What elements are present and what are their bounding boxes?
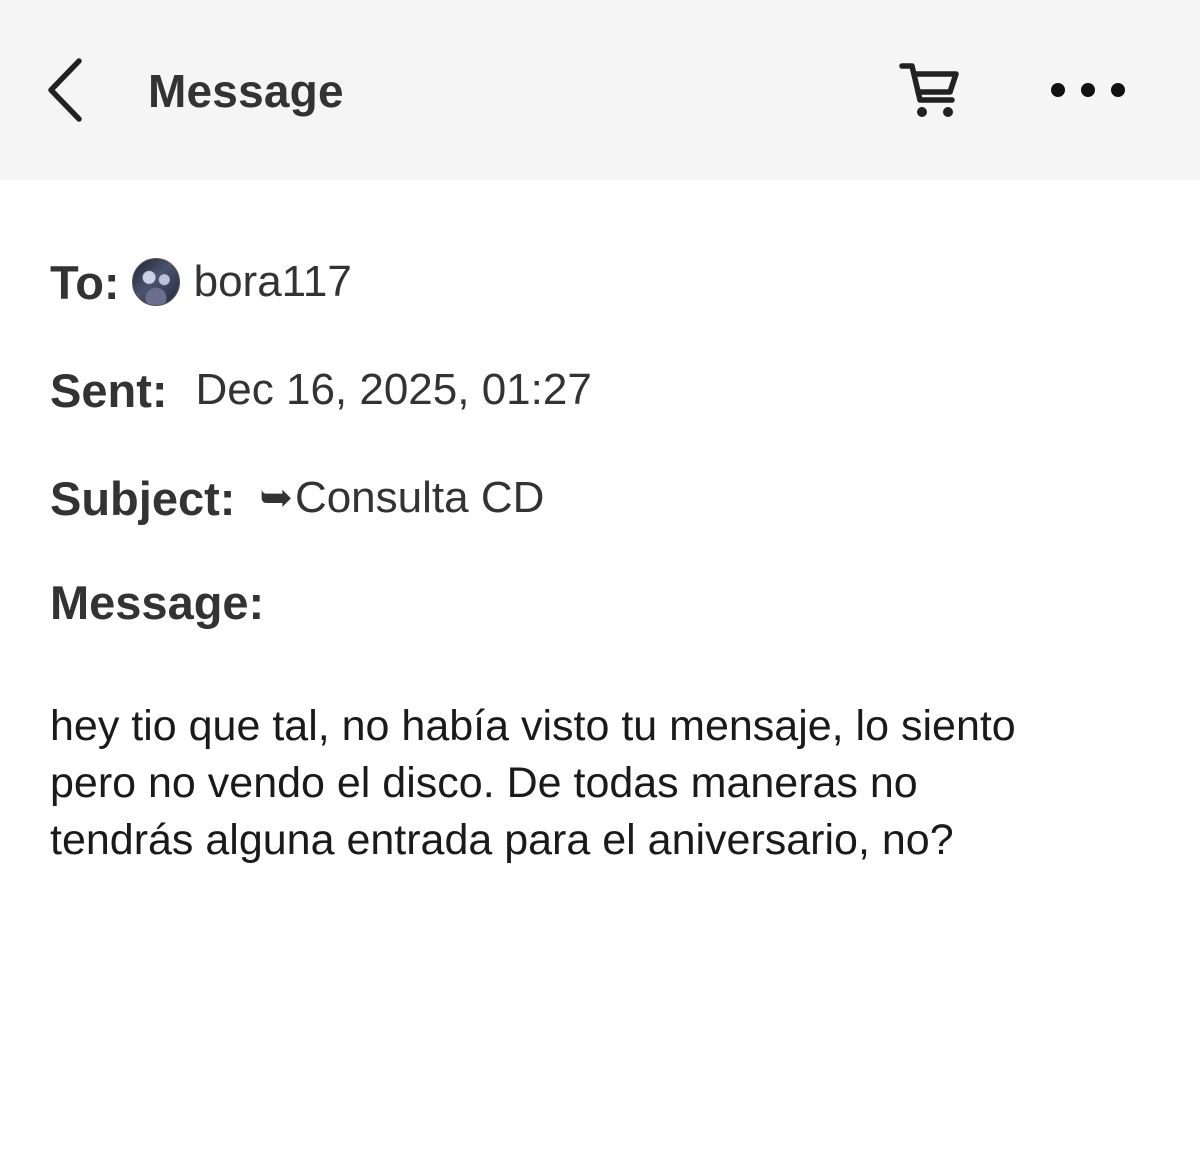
more-options-button[interactable] <box>1040 60 1136 120</box>
message-body: hey tio que tal, no había visto tu mensa… <box>50 702 1016 864</box>
subject-row: Subject: ➥ Consulta CD <box>50 468 544 528</box>
recipient-username[interactable]: bora117 <box>194 257 352 307</box>
to-row: To: bora117 <box>50 252 352 312</box>
message-label: Message: <box>50 575 265 629</box>
shopping-cart-icon <box>899 63 959 117</box>
reply-arrow-icon: ➥ <box>259 476 293 520</box>
chevron-left-icon <box>48 58 82 122</box>
sent-label: Sent: <box>50 363 168 417</box>
subject-label: Subject: <box>50 471 236 525</box>
more-horizontal-icon <box>1051 83 1125 97</box>
recipient-avatar[interactable] <box>131 258 180 306</box>
to-label: To: <box>50 255 120 309</box>
subject-value: Consulta CD <box>294 473 545 522</box>
sent-row: Sent: Dec 16, 2025, 01:27 <box>50 360 592 420</box>
back-button[interactable] <box>30 50 100 130</box>
page-title: Message <box>148 65 344 117</box>
cart-button[interactable] <box>888 52 972 128</box>
subject-text: ➥ Consulta CD <box>259 473 544 523</box>
sent-timestamp: Dec 16, 2025, 01:27 <box>195 365 592 414</box>
app-header: Message <box>0 0 1200 180</box>
message-label-row: Message: <box>50 572 264 632</box>
